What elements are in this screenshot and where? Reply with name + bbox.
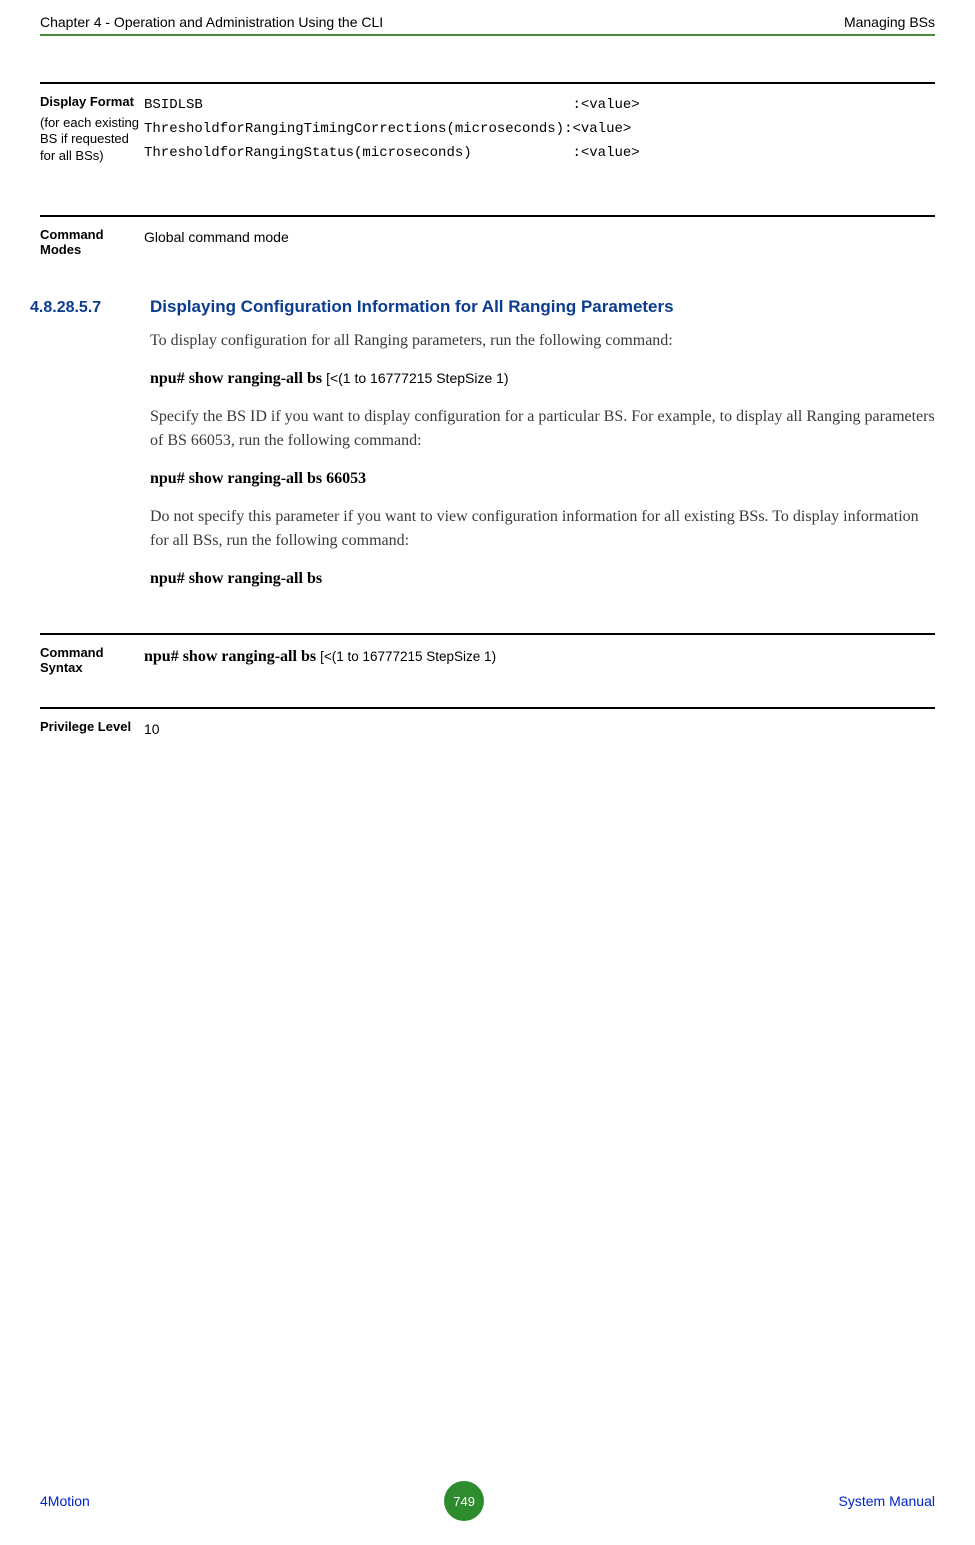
body-cmd2-bold: npu# show ranging-all bs 66053 [150, 470, 366, 487]
body-p2: Specify the BS ID if you want to display… [150, 405, 935, 453]
command-modes-label: Command Modes [40, 227, 144, 257]
page-footer: 4Motion 749 System Manual [40, 1481, 935, 1521]
page-header: Chapter 4 - Operation and Administration… [40, 0, 935, 34]
display-format-sublabel: (for each existing BS if requested for a… [40, 115, 144, 164]
body-cmd1-args: [<(1 to 16777215 StepSize 1) [326, 370, 509, 386]
footer-right: System Manual [839, 1493, 935, 1509]
display-format-content: BSIDLSB :<value> ThresholdforRangingTimi… [144, 94, 935, 165]
body-cmd2: npu# show ranging-all bs 66053 [150, 467, 935, 491]
command-syntax-bold: npu# show ranging-all bs [144, 648, 320, 665]
body-p1: To display configuration for all Ranging… [150, 329, 935, 353]
display-format-line2: ThresholdforRangingTimingCorrections(mic… [144, 121, 631, 137]
command-modes-value: Global command mode [144, 227, 935, 257]
header-right: Managing BSs [844, 14, 935, 30]
section-number: 4.8.28.5.7 [30, 299, 150, 317]
section-title: Displaying Configuration Information for… [150, 297, 674, 317]
command-syntax-value: npu# show ranging-all bs [<(1 to 1677721… [144, 645, 935, 675]
display-format-block: Display Format (for each existing BS if … [40, 82, 935, 187]
body-cmd3-bold: npu# show ranging-all bs [150, 570, 322, 587]
command-modes-label-col: Command Modes [40, 227, 144, 257]
body-cmd1: npu# show ranging-all bs [<(1 to 1677721… [150, 367, 935, 391]
display-format-line1: BSIDLSB :<value> [144, 97, 640, 113]
privilege-level-block: Privilege Level 10 [40, 707, 935, 762]
page-number-badge: 749 [444, 1481, 484, 1521]
body-p3: Do not specify this parameter if you wan… [150, 505, 935, 553]
display-format-label: Display Format [40, 94, 144, 109]
command-syntax-label-col: Command Syntax [40, 645, 144, 675]
header-left: Chapter 4 - Operation and Administration… [40, 14, 383, 30]
display-format-label-col: Display Format (for each existing BS if … [40, 94, 144, 165]
privilege-level-value: 10 [144, 719, 935, 740]
command-syntax-block: Command Syntax npu# show ranging-all bs … [40, 633, 935, 697]
header-rule [40, 34, 935, 36]
privilege-level-label-col: Privilege Level [40, 719, 144, 740]
privilege-level-label: Privilege Level [40, 719, 144, 734]
footer-left: 4Motion [40, 1493, 90, 1509]
section-heading-row: 4.8.28.5.7 Displaying Configuration Info… [40, 297, 935, 317]
command-modes-block: Command Modes Global command mode [40, 215, 935, 279]
display-format-line3: ThresholdforRangingStatus(microseconds) … [144, 145, 640, 161]
command-syntax-label: Command Syntax [40, 645, 144, 675]
body-cmd3: npu# show ranging-all bs [150, 567, 935, 591]
body-cmd1-bold: npu# show ranging-all bs [150, 370, 326, 387]
command-syntax-args: [<(1 to 16777215 StepSize 1) [320, 649, 496, 664]
